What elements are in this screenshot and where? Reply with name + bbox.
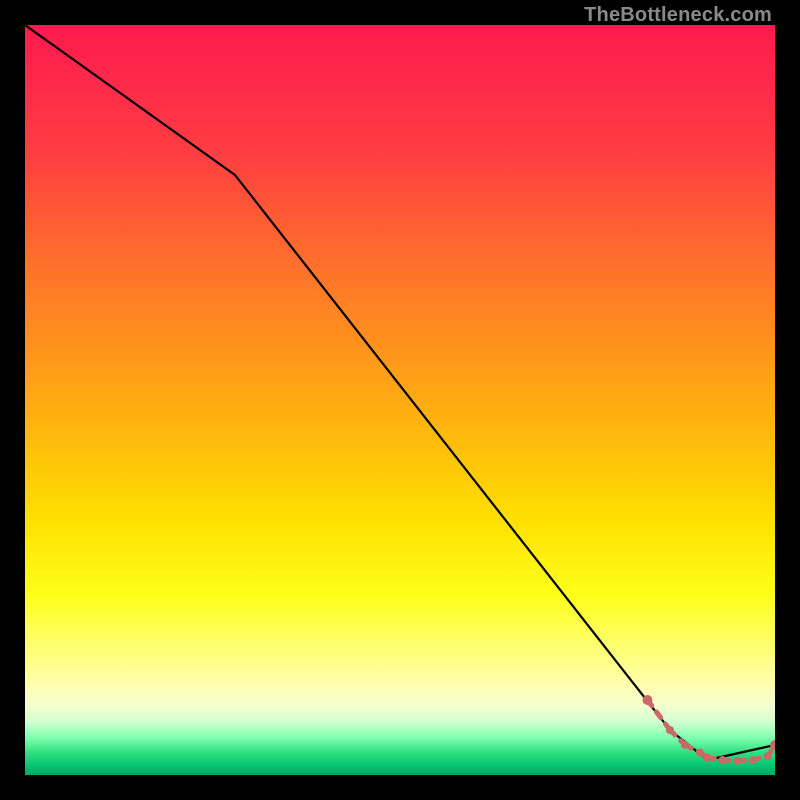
chart-frame: TheBottleneck.com [0,0,800,800]
series-bottleneck-curve [25,25,775,760]
dotted-dash [648,700,671,730]
series-dotted-segment [643,695,776,765]
chart-svg [25,25,775,775]
watermark-text: TheBottleneck.com [584,4,772,27]
plot-area [25,25,775,775]
